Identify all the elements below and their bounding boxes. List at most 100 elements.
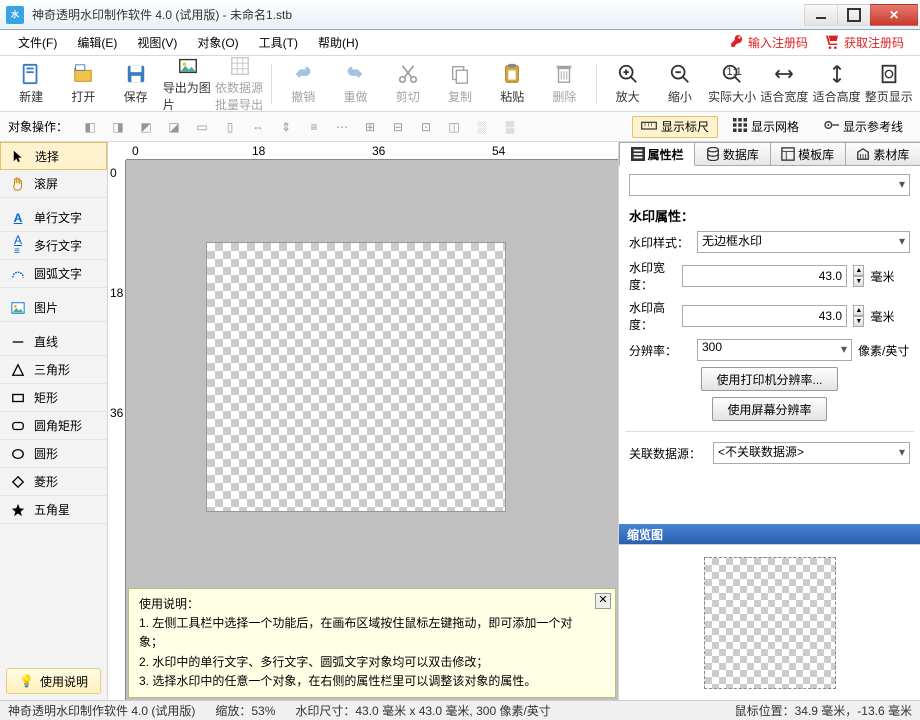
tool-arc[interactable]: 圆弧文字 [0,260,107,288]
status-mouse: 鼠标位置：34.9 毫米，-13.6 毫米 [735,702,912,719]
open-icon [71,62,95,86]
toolbar-fitpage-button[interactable]: 整页显示 [864,59,914,109]
star-icon [10,502,26,518]
tool-line[interactable]: 直线 [0,328,107,356]
enter-reg-code[interactable]: 输入注册码 [722,34,816,51]
tool-palette: 选择滚屏A单行文字A≡多行文字圆弧文字图片直线三角形矩形圆角矩形圆形菱形五角星 … [0,142,108,700]
canvas-surface[interactable]: ✕ 使用说明： 1. 左侧工具栏中选择一个功能后，在画布区域按住鼠标左键拖动，即… [126,160,618,700]
use-printer-dpi-button[interactable]: 使用打印机分辨率... [701,367,837,391]
menu-2[interactable]: 视图(V) [127,31,187,54]
new-icon [19,62,43,86]
tri-icon [10,362,26,378]
objop-8: ≡ [302,116,326,138]
arc-icon [10,266,26,282]
objop-9: ⋯ [330,116,354,138]
toolbar-batch-button: 依数据源批量导出 [215,59,265,109]
dpi-combo[interactable]: 300 [697,339,852,361]
fith-icon [825,62,849,86]
batch-icon [228,55,252,77]
width-label: 水印宽度： [629,259,676,293]
tip-line-3: 3. 选择水印中的任意一个对象，在右侧的属性栏里可以调整该对象的属性。 [139,672,591,691]
objop-2: ◩ [134,116,158,138]
style-combo[interactable]: 无边框水印 [697,231,910,253]
menu-3[interactable]: 对象(O) [187,31,248,54]
tool-star[interactable]: 五角星 [0,496,107,524]
toolbar-open-button[interactable]: 打开 [58,59,108,109]
template-icon [781,147,795,161]
toolbar-fith-button[interactable]: 适合高度 [811,59,861,109]
tab-database[interactable]: 数据库 [694,142,770,165]
use-screen-dpi-button[interactable]: 使用屏幕分辨率 [712,397,826,421]
toolbar-fitw-button[interactable]: 适合宽度 [759,59,809,109]
redo-icon [343,62,367,86]
tab-properties[interactable]: 属性栏 [619,142,695,166]
properties-icon [631,147,645,161]
window-close-button[interactable] [870,4,918,26]
window-maximize-button[interactable] [837,4,871,26]
objop-5: ▯ [218,116,242,138]
dpi-unit: 像素/英寸 [858,342,910,359]
pan-icon [10,176,26,192]
height-spinner[interactable]: ▲▼ [853,305,864,327]
zoom100-icon: 1:1 [720,62,744,86]
get-reg-code[interactable]: 获取注册码 [816,33,912,52]
objop-10: ⊞ [358,116,382,138]
fitpage-icon [877,62,901,86]
toolbar-zoomout-button[interactable]: 缩小 [655,59,705,109]
right-tabs: 属性栏 数据库 模板库 素材库 [619,142,920,166]
zoomout-icon [668,62,692,86]
cart-icon [824,33,840,52]
preview-thumbnail [704,557,836,689]
tool-textn[interactable]: A≡多行文字 [0,232,107,260]
menu-0[interactable]: 文件(F) [8,31,67,54]
image-icon [10,300,26,316]
cut-icon [396,62,420,86]
height-input[interactable] [682,305,847,327]
help-button[interactable]: 💡 使用说明 [6,668,101,694]
rect-icon [10,390,26,406]
menu-5[interactable]: 帮助(H) [308,31,369,54]
toggle-grid[interactable]: 显示网格 [724,116,808,138]
tool-diamond[interactable]: 菱形 [0,468,107,496]
height-label: 水印高度： [629,299,676,333]
tab-templates[interactable]: 模板库 [770,142,846,165]
tab-assets[interactable]: 素材库 [845,142,920,165]
objop-12: ⊡ [414,116,438,138]
export-icon [176,55,200,77]
toolbar-zoom100-button[interactable]: 1:1实际大小 [707,59,757,109]
menu-1[interactable]: 编辑(E) [67,31,127,54]
tool-circle[interactable]: 圆形 [0,440,107,468]
window-minimize-button[interactable] [804,4,838,26]
object-ops-toolbar: 对象操作： ◧◨◩◪▭▯⇔⇕≡⋯⊞⊟⊡◫░▒ 显示标尺 显示网格 显示参考线 [0,112,920,142]
undo-icon [291,62,315,86]
tool-rrect[interactable]: 圆角矩形 [0,412,107,440]
datasource-combo[interactable]: <不关联数据源> [713,442,910,464]
canvas-document[interactable] [206,242,506,512]
tool-image[interactable]: 图片 [0,294,107,322]
tool-select[interactable]: 选择 [0,142,107,170]
toolbar-copy-button: 复制 [435,59,485,109]
toolbar-paste-button[interactable]: 粘贴 [487,59,537,109]
tool-pan[interactable]: 滚屏 [0,170,107,198]
toolbar-new-button[interactable]: 新建 [6,59,56,109]
style-label: 水印样式： [629,234,691,251]
tip-close-button[interactable]: ✕ [595,593,611,609]
toolbar-save-button[interactable]: 保存 [110,59,160,109]
toggle-ruler[interactable]: 显示标尺 [632,116,718,138]
tip-title: 使用说明： [139,595,591,614]
menu-4[interactable]: 工具(T) [249,31,308,54]
tool-tri[interactable]: 三角形 [0,356,107,384]
circle-icon [10,446,26,462]
tool-text1[interactable]: A单行文字 [0,204,107,232]
width-input[interactable] [682,265,847,287]
toolbar-zoomin-button[interactable]: 放大 [603,59,653,109]
textn-icon: A≡ [10,238,26,254]
tool-rect[interactable]: 矩形 [0,384,107,412]
objop-15: ▒ [498,116,522,138]
text1-icon: A [10,210,26,226]
object-selector-combo[interactable] [629,174,910,196]
toggle-guides[interactable]: 显示参考线 [814,116,912,138]
save-icon [124,62,148,86]
width-spinner[interactable]: ▲▼ [853,265,864,287]
toolbar-export-button[interactable]: 导出为图片 [163,59,213,109]
